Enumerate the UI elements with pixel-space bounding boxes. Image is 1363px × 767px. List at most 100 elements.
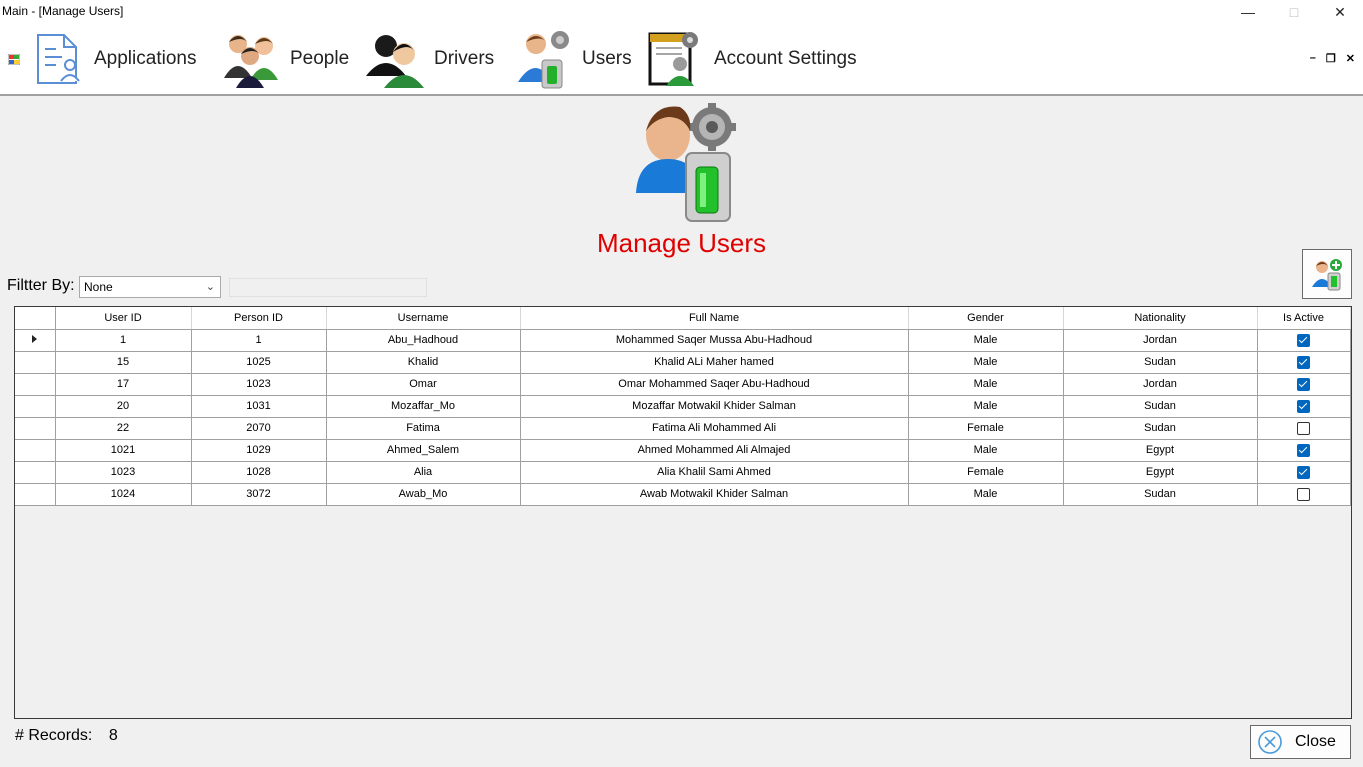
table-row[interactable]: 1023 1028 Alia Alia Khalil Sami Ahmed Female… (15, 461, 1351, 484)
cell-is-active (1257, 439, 1351, 462)
table-row[interactable]: 1 1 Abu_Hadhoud Mohammed Saqer Mussa Abu-Ha… (15, 329, 1351, 352)
menu-item-account-settings[interactable]: Account Settings (646, 24, 857, 94)
cell-username[interactable]: Alia (326, 461, 521, 484)
cell-person-id[interactable]: 1 (191, 329, 327, 352)
menu-item-users[interactable]: Users (516, 24, 632, 94)
is-active-checkbox[interactable] (1297, 465, 1310, 479)
column-header-nationality[interactable]: Nationality (1063, 307, 1258, 330)
cell-person-id[interactable]: 1023 (191, 373, 327, 396)
cell-full-name[interactable]: Mozaffar Motwakil Khider Salman (520, 395, 909, 418)
cell-gender[interactable]: Male (908, 329, 1064, 352)
is-active-checkbox[interactable] (1297, 377, 1310, 391)
cell-person-id[interactable]: 1029 (191, 439, 327, 462)
is-active-checkbox[interactable] (1297, 421, 1310, 435)
menu-item-applications[interactable]: Applications (34, 24, 196, 94)
row-header[interactable] (15, 373, 56, 396)
menu-item-people[interactable]: People (220, 24, 349, 94)
table-row[interactable]: 15 1025 Khalid Khalid ALi Maher hamed Male Su… (15, 351, 1351, 374)
row-header[interactable] (15, 483, 56, 506)
column-header-gender[interactable]: Gender (908, 307, 1064, 330)
row-header[interactable] (15, 461, 56, 484)
cell-nationality[interactable]: Egypt (1063, 461, 1258, 484)
cell-user-id[interactable]: 17 (55, 373, 192, 396)
mdi-minimize-button[interactable]: – (1310, 52, 1316, 65)
cell-user-id[interactable]: 1023 (55, 461, 192, 484)
cell-gender[interactable]: Female (908, 461, 1064, 484)
cell-full-name[interactable]: Alia Khalil Sami Ahmed (520, 461, 909, 484)
row-header[interactable] (15, 329, 56, 352)
cell-full-name[interactable]: Fatima Ali Mohammed Ali (520, 417, 909, 440)
mdi-window-icon[interactable] (8, 54, 20, 65)
cell-nationality[interactable]: Sudan (1063, 351, 1258, 374)
cell-user-id[interactable]: 1 (55, 329, 192, 352)
cell-nationality[interactable]: Sudan (1063, 483, 1258, 506)
cell-username[interactable]: Mozaffar_Mo (326, 395, 521, 418)
cell-username[interactable]: Ahmed_Salem (326, 439, 521, 462)
is-active-checkbox[interactable] (1297, 443, 1310, 457)
cell-person-id[interactable]: 1025 (191, 351, 327, 374)
cell-nationality[interactable]: Jordan (1063, 329, 1258, 352)
table-row[interactable]: 22 2070 Fatima Fatima Ali Mohammed Ali Femal… (15, 417, 1351, 440)
menu-item-drivers[interactable]: Drivers (364, 24, 494, 94)
window-close-button[interactable]: ✕ (1317, 0, 1363, 24)
cell-full-name[interactable]: Omar Mohammed Saqer Abu-Hadhoud (520, 373, 909, 396)
cell-username[interactable]: Fatima (326, 417, 521, 440)
cell-person-id[interactable]: 2070 (191, 417, 327, 440)
window-minimize-button[interactable]: — (1225, 0, 1271, 24)
column-header-username[interactable]: Username (326, 307, 521, 330)
cell-gender[interactable]: Male (908, 395, 1064, 418)
column-header-is-active[interactable]: Is Active (1257, 307, 1351, 330)
cell-person-id[interactable]: 1031 (191, 395, 327, 418)
cell-full-name[interactable]: Khalid ALi Maher hamed (520, 351, 909, 374)
cell-user-id[interactable]: 22 (55, 417, 192, 440)
cell-username[interactable]: Abu_Hadhoud (326, 329, 521, 352)
cell-person-id[interactable]: 1028 (191, 461, 327, 484)
close-button[interactable]: Close (1250, 725, 1351, 759)
cell-gender[interactable]: Male (908, 483, 1064, 506)
mdi-window-controls: – ❐ ✕ (1310, 52, 1355, 65)
row-header[interactable] (15, 351, 56, 374)
table-row[interactable]: 1024 3072 Awab_Mo Awab Motwakil Khider Salm… (15, 483, 1351, 506)
row-header[interactable] (15, 395, 56, 418)
cell-user-id[interactable]: 20 (55, 395, 192, 418)
cell-username[interactable]: Khalid (326, 351, 521, 374)
column-header-full-name[interactable]: Full Name (520, 307, 909, 330)
cell-nationality[interactable]: Sudan (1063, 417, 1258, 440)
cell-nationality[interactable]: Sudan (1063, 395, 1258, 418)
add-user-button[interactable] (1302, 249, 1352, 299)
cell-nationality[interactable]: Jordan (1063, 373, 1258, 396)
is-active-checkbox[interactable] (1297, 399, 1310, 413)
mdi-close-button[interactable]: ✕ (1346, 52, 1355, 65)
cell-full-name[interactable]: Ahmed Mohammed Ali Almajed (520, 439, 909, 462)
cell-username[interactable]: Awab_Mo (326, 483, 521, 506)
table-row[interactable]: 1021 1029 Ahmed_Salem Ahmed Mohammed Ali Al… (15, 439, 1351, 462)
is-active-checkbox[interactable] (1297, 487, 1310, 501)
window-title: Main - [Manage Users] (2, 4, 124, 18)
column-header-person-id[interactable]: Person ID (191, 307, 327, 330)
cell-gender[interactable]: Male (908, 439, 1064, 462)
table-row[interactable]: 20 1031 Mozaffar_Mo Mozaffar Motwakil Khide… (15, 395, 1351, 418)
row-header[interactable] (15, 417, 56, 440)
cell-full-name[interactable]: Awab Motwakil Khider Salman (520, 483, 909, 506)
cell-gender[interactable]: Male (908, 373, 1064, 396)
cell-user-id[interactable]: 1024 (55, 483, 192, 506)
cell-user-id[interactable]: 15 (55, 351, 192, 374)
cell-gender[interactable]: Male (908, 351, 1064, 374)
window-maximize-button[interactable]: □ (1271, 0, 1317, 24)
column-header-user-id[interactable]: User ID (55, 307, 192, 330)
cell-nationality[interactable]: Egypt (1063, 439, 1258, 462)
row-header[interactable] (15, 439, 56, 462)
cell-full-name[interactable]: Mohammed Saqer Mussa Abu-Hadhoud (520, 329, 909, 352)
cell-gender[interactable]: Female (908, 417, 1064, 440)
cell-is-active (1257, 417, 1351, 440)
is-active-checkbox[interactable] (1297, 355, 1310, 369)
filter-by-select[interactable]: None ⌄ (79, 276, 221, 298)
users-data-grid[interactable]: User ID Person ID Username Full Name Gen… (14, 306, 1352, 719)
cell-user-id[interactable]: 1021 (55, 439, 192, 462)
cell-person-id[interactable]: 3072 (191, 483, 327, 506)
cell-username[interactable]: Omar (326, 373, 521, 396)
mdi-restore-button[interactable]: ❐ (1326, 52, 1336, 65)
filter-value-input[interactable] (229, 278, 427, 297)
is-active-checkbox[interactable] (1297, 333, 1310, 347)
table-row[interactable]: 17 1023 Omar Omar Mohammed Saqer Abu-Hadhou… (15, 373, 1351, 396)
